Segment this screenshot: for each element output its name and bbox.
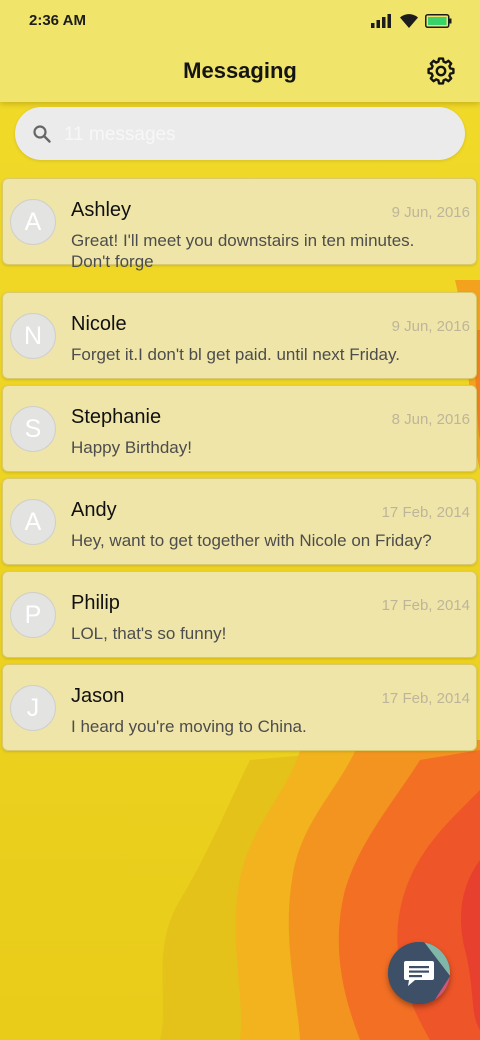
contact-name: Ashley: [71, 199, 132, 221]
message-preview: Hey, want to get together with Nicole on…: [71, 530, 463, 551]
status-bar: 2:36 AM: [0, 0, 480, 44]
message-preview-line: Great! I'll meet you downstairs in ten m…: [71, 231, 415, 250]
message-preview: Happy Birthday!: [71, 437, 463, 458]
message-date: 17 Feb, 2014: [381, 597, 470, 614]
contact-name: Nicole: [71, 313, 127, 335]
contact-name: Philip: [71, 592, 120, 614]
gear-icon: [427, 57, 455, 85]
conversation-item[interactable]: S Stephanie 8 Jun, 2016 Happy Birthday!: [2, 385, 477, 472]
page-title: Messaging: [183, 58, 297, 83]
conversation-item[interactable]: N Nicole 9 Jun, 2016 Forget it.I don't b…: [2, 292, 477, 379]
message-preview-line: I heard you're moving to China.: [71, 717, 307, 736]
avatar: P: [10, 592, 56, 638]
signal-icon: [371, 14, 391, 28]
message-date: 9 Jun, 2016: [391, 318, 470, 335]
search-icon: [33, 125, 51, 143]
search-input[interactable]: [62, 120, 446, 150]
message-preview-line: Don't forge: [71, 252, 154, 271]
message-preview-line: Hey, want to get together with Nicole on…: [71, 531, 432, 550]
conversation-item[interactable]: P Philip 17 Feb, 2014 LOL, that's so fun…: [2, 571, 477, 658]
avatar: N: [10, 313, 56, 359]
contact-name: Stephanie: [71, 406, 162, 428]
status-time: 2:36 AM: [29, 12, 86, 29]
message-date: 17 Feb, 2014: [381, 504, 470, 521]
message-preview-line: Happy Birthday!: [71, 438, 192, 457]
compose-message-icon: [388, 942, 450, 1004]
message-date: 8 Jun, 2016: [391, 411, 470, 428]
conversation-item[interactable]: J Jason 17 Feb, 2014 I heard you're movi…: [2, 664, 477, 751]
contact-name: Andy: [71, 499, 117, 521]
message-preview-line: LOL, that's so funny!: [71, 624, 227, 643]
avatar: A: [10, 499, 56, 545]
message-preview: LOL, that's so funny!: [71, 623, 463, 644]
conversation-item[interactable]: A Ashley 9 Jun, 2016 Great! I'll meet yo…: [2, 178, 477, 271]
message-preview: Great! I'll meet you downstairs in ten m…: [71, 230, 463, 272]
contact-name: Jason: [71, 685, 125, 707]
message-date: 17 Feb, 2014: [381, 690, 470, 707]
message-preview: I heard you're moving to China.: [71, 716, 463, 737]
message-preview-line: Forget it.I don't bl get paid. until nex…: [71, 345, 400, 364]
avatar: J: [10, 685, 56, 731]
battery-icon: [425, 14, 452, 28]
settings-button[interactable]: [427, 57, 455, 85]
message-preview: Forget it.I don't bl get paid. until nex…: [71, 344, 463, 365]
avatar: A: [10, 199, 56, 245]
status-icons: [371, 13, 452, 29]
wifi-icon: [400, 14, 418, 28]
message-date: 9 Jun, 2016: [391, 204, 470, 221]
compose-button[interactable]: [388, 942, 450, 1004]
conversation-item[interactable]: A Andy 17 Feb, 2014 Hey, want to get tog…: [2, 478, 477, 565]
avatar: S: [10, 406, 56, 452]
